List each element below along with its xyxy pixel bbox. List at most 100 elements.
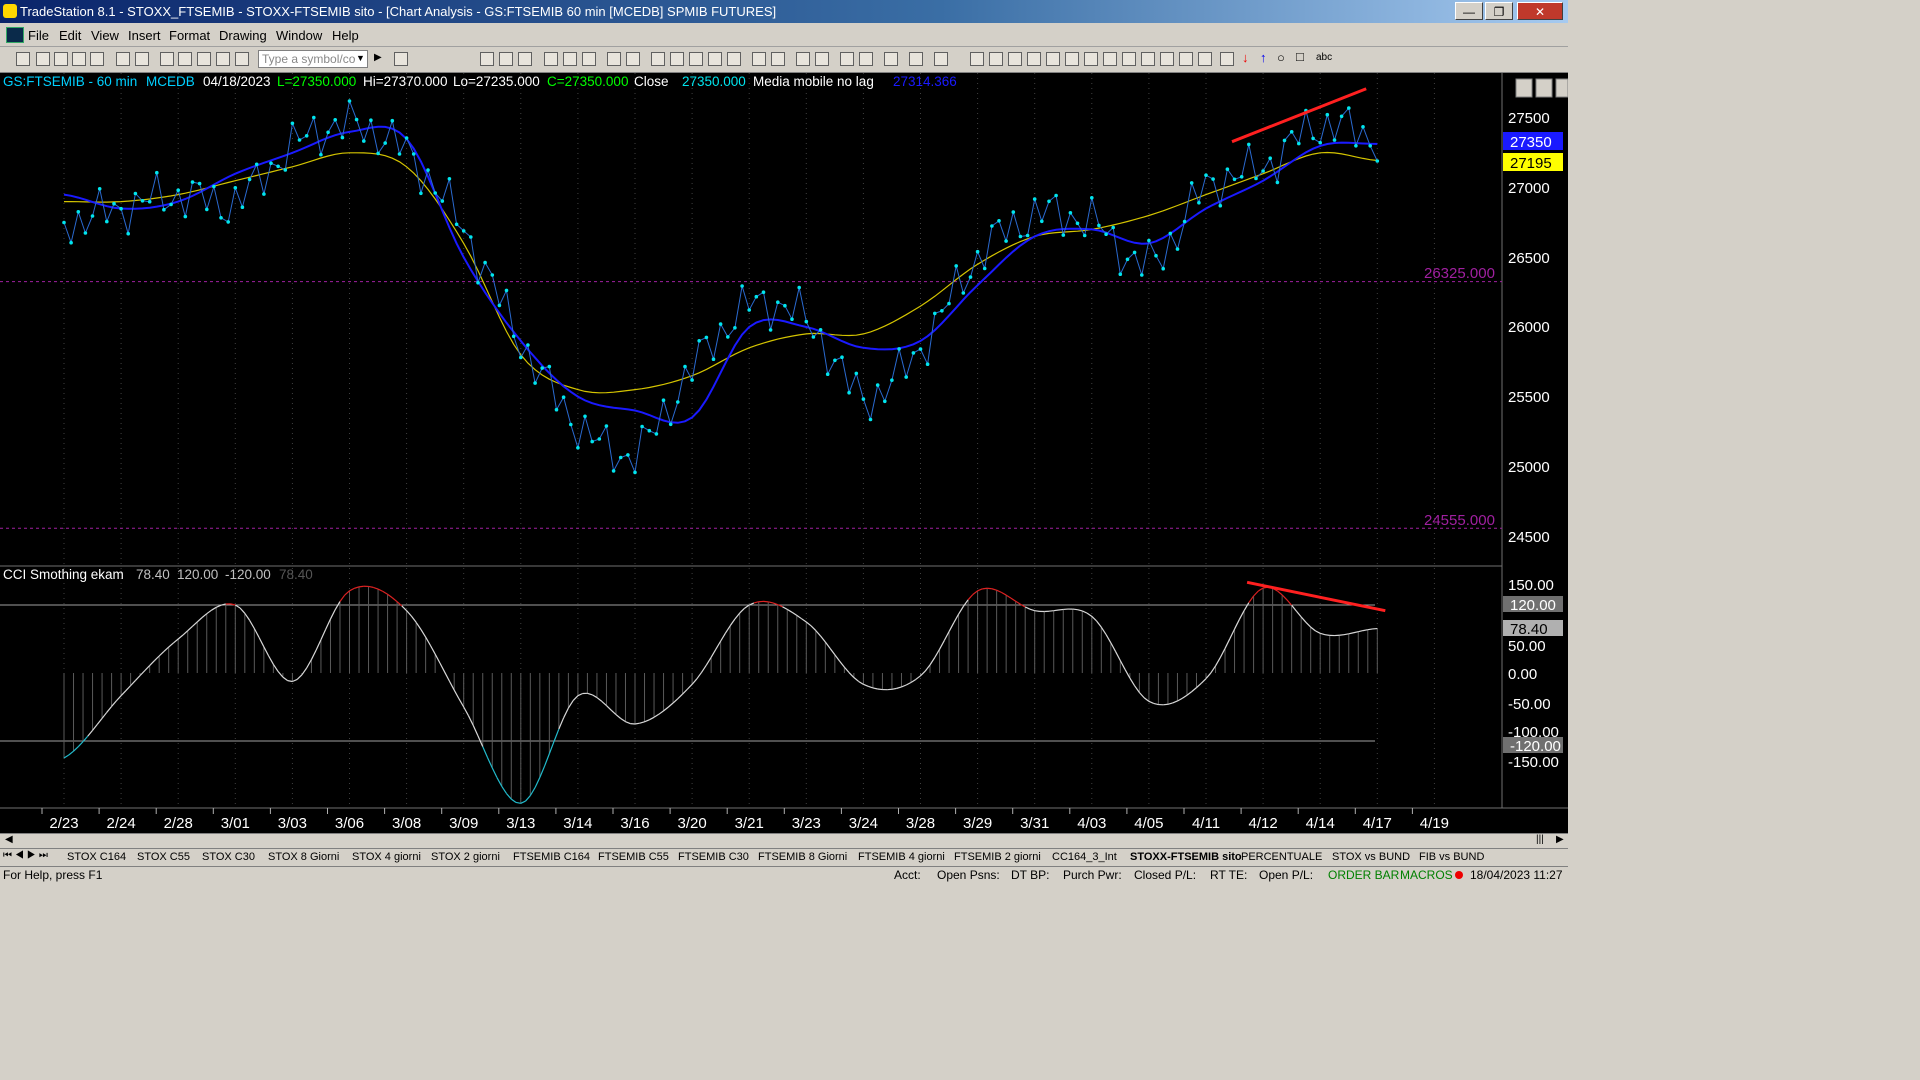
- new-icon[interactable]: [16, 52, 30, 66]
- trendlines[interactable]: [1231, 87, 1386, 613]
- scroll-thumb-icon[interactable]: |||: [1536, 834, 1544, 845]
- tab-nav-icons[interactable]: ⏮◀▶⏭: [3, 850, 51, 861]
- fan-icon[interactable]: [1065, 52, 1079, 66]
- ellipse-icon[interactable]: ○: [1277, 50, 1285, 65]
- tab-workspace[interactable]: FTSEMIB C55: [598, 851, 669, 863]
- data-window-icon[interactable]: [499, 52, 513, 66]
- arrow-down-icon[interactable]: ↓: [1242, 50, 1249, 65]
- tab-workspace[interactable]: FTSEMIB 4 giorni: [858, 851, 945, 863]
- tab-workspace[interactable]: FTSEMIB 8 Giorni: [758, 851, 847, 863]
- menu-file[interactable]: File: [28, 28, 49, 43]
- minimize-button[interactable]: —: [1455, 2, 1483, 20]
- copy-icon[interactable]: [72, 52, 86, 66]
- tab-workspace[interactable]: STOX C164: [67, 851, 126, 863]
- indicator-icon[interactable]: [544, 52, 558, 66]
- status-macros[interactable]: MACROS: [1400, 868, 1453, 882]
- bar-compress-icon[interactable]: [771, 52, 785, 66]
- open-icon[interactable]: [54, 52, 68, 66]
- tools-icon[interactable]: [884, 52, 898, 66]
- scroll-left-icon[interactable]: ◀: [5, 834, 13, 845]
- options-icon[interactable]: [670, 52, 684, 66]
- tab-workspace[interactable]: PERCENTUALE: [1241, 851, 1322, 863]
- tab-workspace[interactable]: FIB vs BUND: [1419, 851, 1484, 863]
- reload-icon[interactable]: [178, 52, 192, 66]
- tab-workspace[interactable]: CC164_3_Int: [1052, 851, 1117, 863]
- zoom-out-icon[interactable]: [815, 52, 829, 66]
- print-icon[interactable]: [135, 52, 149, 66]
- cursor-icon[interactable]: [859, 52, 873, 66]
- menu-edit[interactable]: Edit: [59, 28, 81, 43]
- speed-line-icon[interactable]: [1122, 52, 1136, 66]
- curve-icon[interactable]: [1220, 52, 1234, 66]
- fibonacci-icon[interactable]: [1027, 52, 1041, 66]
- chart-window-icon[interactable]: [6, 27, 24, 43]
- rectangle-icon[interactable]: □: [1296, 49, 1304, 64]
- status-order-bar[interactable]: ORDER BAR: [1328, 868, 1399, 882]
- text-tool-icon[interactable]: abc: [1316, 52, 1332, 63]
- scanner-icon[interactable]: [607, 52, 621, 66]
- chart-restore-button[interactable]: [1535, 78, 1553, 98]
- channel-icon[interactable]: [1084, 52, 1098, 66]
- grid-icon[interactable]: [518, 52, 532, 66]
- folder-icon[interactable]: [90, 52, 104, 66]
- news-icon[interactable]: [651, 52, 665, 66]
- horizontal-lines-icon[interactable]: [1008, 52, 1022, 66]
- tab-workspace[interactable]: STOX 8 Giorni: [268, 851, 339, 863]
- quote-icon[interactable]: [689, 52, 703, 66]
- remove-analysis-icon[interactable]: [934, 52, 948, 66]
- symbol-input[interactable]: Type a symbol/co: [258, 50, 368, 68]
- zoom-in-icon[interactable]: [796, 52, 810, 66]
- gann-icon[interactable]: [1103, 52, 1117, 66]
- horizontal-scrollbar[interactable]: ◀ ||| ▶: [0, 833, 1568, 848]
- chart-analysis-window[interactable]: 2/23 2/24 2/28 3/01 3/03 3/06 3/08 3/09 3/13 3/14…: [0, 73, 1569, 833]
- arrow-right-icon[interactable]: ▶: [374, 52, 382, 63]
- candle-icon[interactable]: [727, 52, 741, 66]
- format-icon[interactable]: [216, 52, 230, 66]
- insert-analysis-icon[interactable]: [909, 52, 923, 66]
- trendline-icon[interactable]: [970, 52, 984, 66]
- new-workspace-icon[interactable]: [36, 52, 50, 66]
- lock-icon[interactable]: [197, 52, 211, 66]
- cycle-icon[interactable]: [1179, 52, 1193, 66]
- chevron-down-icon[interactable]: ▼: [356, 53, 365, 63]
- extend-icon[interactable]: [1141, 52, 1155, 66]
- parallel-icon[interactable]: [1160, 52, 1174, 66]
- tab-workspace[interactable]: FTSEMIB 2 giorni: [954, 851, 1041, 863]
- print-preview-icon[interactable]: [116, 52, 130, 66]
- cci-trendline[interactable]: [1246, 580, 1386, 613]
- tab-workspace-active[interactable]: STOXX-FTSEMIB sito: [1130, 851, 1242, 863]
- pointer-icon[interactable]: [840, 52, 854, 66]
- menu-view[interactable]: View: [91, 28, 119, 43]
- tab-workspace[interactable]: STOX vs BUND: [1332, 851, 1410, 863]
- pen-icon[interactable]: [1198, 52, 1212, 66]
- menu-insert[interactable]: Insert: [128, 28, 161, 43]
- menu-format[interactable]: Format: [169, 28, 210, 43]
- vertical-lines-icon[interactable]: [989, 52, 1003, 66]
- chart-close-button[interactable]: [1555, 78, 1569, 98]
- chart-canvas[interactable]: 2/23 2/24 2/28 3/01 3/03 3/06 3/08 3/09 3/13 3/14…: [0, 73, 1569, 833]
- tab-workspace[interactable]: STOX 4 giorni: [352, 851, 421, 863]
- maximize-button[interactable]: ❐: [1485, 2, 1513, 20]
- tab-workspace[interactable]: FTSEMIB C30: [678, 851, 749, 863]
- macro-icon[interactable]: [235, 52, 249, 66]
- tab-workspace[interactable]: FTSEMIB C164: [513, 851, 590, 863]
- chart-style-icon[interactable]: [480, 52, 494, 66]
- strategy-icon[interactable]: [563, 52, 577, 66]
- radar-icon[interactable]: [582, 52, 596, 66]
- window-titlebar[interactable]: TradeStation 8.1 - STOXX_FTSEMIB - STOXX…: [0, 0, 1568, 23]
- menu-help[interactable]: Help: [332, 28, 359, 43]
- chart-minimize-button[interactable]: [1515, 78, 1533, 98]
- arrow-up-icon[interactable]: ↑: [1260, 50, 1267, 65]
- bar-spacing-icon[interactable]: [752, 52, 766, 66]
- tab-workspace[interactable]: STOX C55: [137, 851, 190, 863]
- matrix-icon[interactable]: [626, 52, 640, 66]
- refresh-icon[interactable]: [160, 52, 174, 66]
- bar-chart-icon[interactable]: [708, 52, 722, 66]
- symbol-lookup-icon[interactable]: [394, 52, 408, 66]
- arc-icon[interactable]: [1046, 52, 1060, 66]
- menu-drawing[interactable]: Drawing: [219, 28, 267, 43]
- tab-workspace[interactable]: STOX 2 giorni: [431, 851, 500, 863]
- scroll-right-icon[interactable]: ▶: [1556, 834, 1564, 845]
- tab-workspace[interactable]: STOX C30: [202, 851, 255, 863]
- close-button[interactable]: ✕: [1517, 2, 1563, 20]
